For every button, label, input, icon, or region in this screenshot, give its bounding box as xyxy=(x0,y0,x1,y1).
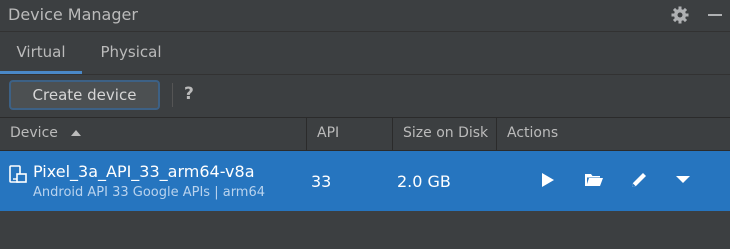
title-bar: Device Manager xyxy=(0,0,730,32)
tab-virtual[interactable]: Virtual xyxy=(0,32,82,74)
dropdown-arrow-icon[interactable] xyxy=(671,168,695,192)
sort-ascending-icon xyxy=(71,130,82,136)
panel-title: Device Manager xyxy=(8,5,138,24)
tab-physical[interactable]: Physical xyxy=(86,32,176,74)
create-device-button[interactable]: Create device xyxy=(9,80,160,110)
table-empty-area xyxy=(0,211,730,249)
device-size-on-disk: 2.0 GB xyxy=(397,172,451,191)
toolbar: Create device ? xyxy=(0,75,730,118)
tab-bar: Virtual Physical xyxy=(0,32,730,75)
device-subtitle: Android API 33 Google APIs | arm64 xyxy=(33,185,266,200)
table-row[interactable]: Pixel_3a_API_33_arm64-v8a Android API 33… xyxy=(0,151,730,211)
edit-icon[interactable] xyxy=(627,168,651,192)
column-header-size[interactable]: Size on Disk xyxy=(393,118,497,150)
play-icon[interactable] xyxy=(535,168,559,192)
device-api-level: 33 xyxy=(311,172,332,191)
help-button[interactable]: ? xyxy=(184,84,194,104)
virtual-device-icon xyxy=(9,165,27,183)
folder-icon[interactable] xyxy=(582,168,606,192)
column-header-device[interactable]: Device xyxy=(0,118,307,150)
table-header: Device API Size on Disk Actions xyxy=(0,118,730,151)
column-header-api[interactable]: API xyxy=(307,118,393,150)
device-manager-panel: Device Manager Virtual Physical Create d… xyxy=(0,0,730,249)
column-header-device-label: Device xyxy=(10,125,58,141)
toolbar-separator xyxy=(172,83,173,107)
gear-icon[interactable] xyxy=(670,5,690,25)
minimize-icon[interactable] xyxy=(705,5,725,25)
column-header-actions: Actions xyxy=(507,125,559,141)
device-name: Pixel_3a_API_33_arm64-v8a xyxy=(33,162,255,181)
